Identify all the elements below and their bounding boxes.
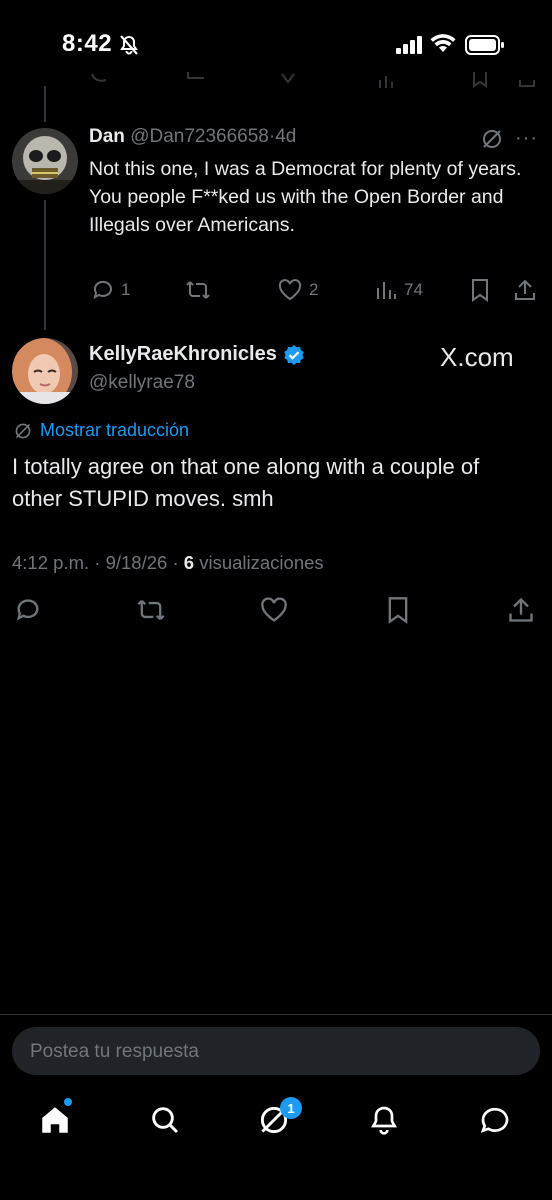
home-icon[interactable] xyxy=(35,1100,75,1140)
tweet-meta: 4:12 p.m. · 9/18/26 · 6 visualizaciones xyxy=(12,552,324,574)
share-icon xyxy=(513,278,537,302)
like-button[interactable]: 2 xyxy=(277,278,318,302)
reply-text-line: You people F**ked us with the Open Borde… xyxy=(89,186,504,236)
notifications-icon[interactable] xyxy=(364,1100,404,1140)
views-count[interactable]: 6 xyxy=(184,552,194,573)
reply-text: Not this one, I was a Democrat for plent… xyxy=(89,155,529,239)
tweet-date: 9/18/26 xyxy=(105,552,168,573)
bookmark-icon[interactable] xyxy=(385,596,411,624)
like-icon[interactable] xyxy=(259,596,289,624)
views-count: 74 xyxy=(404,280,423,299)
author-handle[interactable]: @Dan72366658 xyxy=(130,126,269,147)
more-icon[interactable]: ··· xyxy=(515,127,538,150)
reply-icon xyxy=(91,278,115,302)
like-count: 2 xyxy=(309,280,319,299)
share-button[interactable] xyxy=(513,278,537,302)
signal-icon xyxy=(396,36,424,54)
thread-line xyxy=(44,86,46,122)
reply-actions: 1 2 74 xyxy=(89,276,537,304)
retweet-icon[interactable] xyxy=(136,596,166,624)
author-handle[interactable]: @kellyrae78 xyxy=(89,372,195,394)
reply-icon[interactable] xyxy=(14,596,42,624)
retweet-button[interactable] xyxy=(185,278,211,302)
tweet-text: I totally agree on that one along with a… xyxy=(12,454,480,511)
avatar[interactable] xyxy=(12,338,78,404)
bookmark-button[interactable] xyxy=(469,278,491,302)
reply-header: Dan @Dan72366658·4d xyxy=(89,126,296,148)
reply-count: 1 xyxy=(121,280,131,299)
reply-button[interactable]: 1 xyxy=(91,278,130,302)
author-name[interactable]: Dan xyxy=(89,126,125,147)
views-icon xyxy=(374,278,398,302)
translate-label: Mostrar traducción xyxy=(40,420,190,440)
time-ago: 4d xyxy=(275,126,297,147)
previous-tweet-actions-clipped xyxy=(0,70,552,94)
like-icon xyxy=(277,278,303,302)
separator-dot: · xyxy=(89,552,106,573)
share-icon[interactable] xyxy=(507,596,535,624)
search-icon[interactable] xyxy=(145,1100,185,1140)
author-name[interactable]: KellyRaeKhronicles xyxy=(89,343,277,366)
divider xyxy=(0,1014,552,1015)
retweet-icon xyxy=(185,278,211,302)
avatar[interactable] xyxy=(12,128,78,194)
grok-icon xyxy=(15,423,31,438)
bookmark-icon xyxy=(469,278,491,302)
bell-off-icon xyxy=(118,35,140,55)
grok-icon[interactable] xyxy=(481,128,503,150)
views-label[interactable]: visualizaciones xyxy=(199,552,323,573)
messages-icon[interactable] xyxy=(475,1100,515,1140)
thread-line xyxy=(44,200,46,330)
verified-icon xyxy=(284,344,304,365)
views-button[interactable]: 74 xyxy=(374,278,423,302)
xcom-watermark: X.com xyxy=(440,342,514,372)
status-time: 8:42 xyxy=(62,30,113,57)
tweet-time: 4:12 p.m. xyxy=(12,552,90,573)
reply-text-line: Not this one, I was a Democrat for plent… xyxy=(89,158,522,180)
author-name-row: KellyRaeKhronicles xyxy=(89,343,305,366)
reply-input-placeholder: Postea tu respuesta xyxy=(30,1041,199,1062)
wifi-icon xyxy=(430,34,456,54)
separator-dot: · xyxy=(167,552,184,573)
home-unread-dot xyxy=(64,1098,72,1106)
translate-button[interactable]: Mostrar traducción xyxy=(14,420,189,441)
tweet-actions xyxy=(0,596,552,628)
battery-icon xyxy=(465,34,505,56)
grok-badge: 1 xyxy=(280,1097,302,1119)
